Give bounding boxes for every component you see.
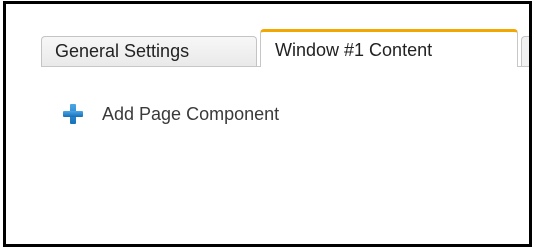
tab-general-settings[interactable]: General Settings	[41, 36, 257, 67]
tab-bar: General Settings Window #1 Content	[6, 4, 529, 68]
tab-overflow-edge[interactable]	[521, 36, 529, 68]
add-page-component-button[interactable]: Add Page Component	[62, 101, 279, 127]
tab-window-1-content[interactable]: Window #1 Content	[260, 29, 518, 67]
plus-icon	[62, 103, 84, 125]
add-page-component-label: Add Page Component	[102, 103, 280, 124]
tab-content-panel	[41, 67, 529, 244]
